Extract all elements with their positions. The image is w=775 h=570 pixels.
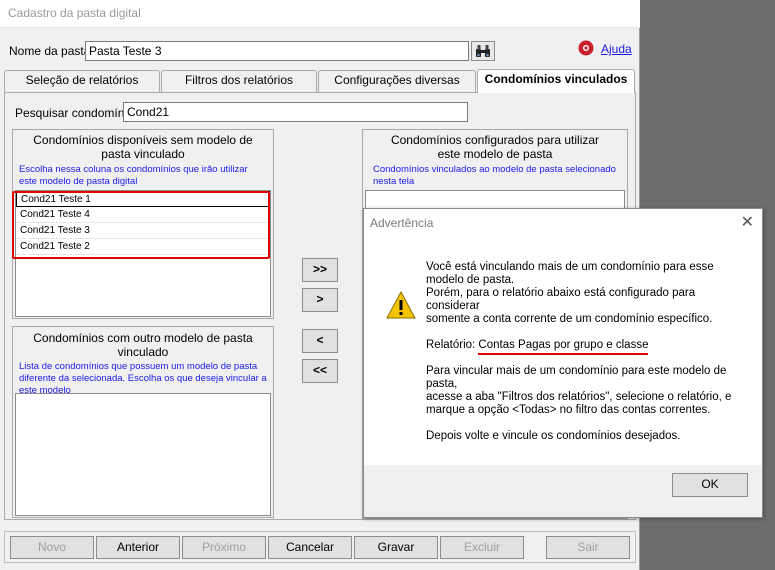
dialog-line: considerar bbox=[426, 300, 480, 312]
configured-condos-description: Condomínios vinculados ao modelo de past… bbox=[373, 164, 616, 187]
other-model-description: Lista de condomínios que possuem um mode… bbox=[19, 361, 267, 396]
search-input[interactable]: Cond21 bbox=[123, 102, 468, 122]
tab-report-filters[interactable]: Filtros dos relatórios bbox=[161, 70, 317, 92]
report-label: Relatório: bbox=[426, 339, 476, 351]
available-condos-description: Escolha nessa coluna os condomínios que … bbox=[19, 164, 248, 187]
new-button[interactable]: Novo bbox=[10, 536, 94, 559]
warning-dialog: Advertência ✕ Você está vinculando mais … bbox=[363, 208, 763, 518]
warning-icon bbox=[386, 290, 416, 319]
previous-button[interactable]: Anterior bbox=[96, 536, 180, 559]
delete-button[interactable]: Excluir bbox=[440, 536, 524, 559]
tab-misc-settings[interactable]: Configurações diversas bbox=[318, 70, 476, 92]
tab-linked-condos[interactable]: Condomínios vinculados bbox=[477, 69, 635, 93]
cancel-button[interactable]: Cancelar bbox=[268, 536, 352, 559]
other-model-title: Condomínios com outro modelo de pasta vi… bbox=[33, 331, 253, 359]
configured-condos-title: Condomínios configurados para utilizar e… bbox=[390, 133, 600, 161]
folder-name-label: Nome da pasta: bbox=[9, 44, 94, 58]
ok-button[interactable]: OK bbox=[672, 473, 748, 497]
list-item[interactable]: Cond21 Teste 4 bbox=[16, 207, 270, 223]
remove-all-button[interactable]: << bbox=[302, 359, 338, 383]
dialog-line: pasta, bbox=[426, 378, 458, 390]
close-icon[interactable]: ✕ bbox=[741, 215, 754, 231]
report-name: Contas Pagas por grupo e classe bbox=[478, 339, 649, 355]
remove-button[interactable]: < bbox=[302, 329, 338, 353]
report-line: Relatório: Contas Pagas por grupo e clas… bbox=[426, 339, 649, 355]
tab-report-selection[interactable]: Seleção de relatórios bbox=[4, 70, 160, 92]
save-button[interactable]: Gravar bbox=[354, 536, 438, 559]
exit-button[interactable]: Sair bbox=[546, 536, 630, 559]
dialog-body: Você está vinculando mais de um condomín… bbox=[364, 239, 762, 465]
dialog-line: Depois volte e vincule os condomínios de… bbox=[426, 430, 681, 442]
list-item[interactable]: Cond21 Teste 3 bbox=[16, 223, 270, 239]
help-icon[interactable] bbox=[578, 40, 594, 56]
dialog-line: Você está vinculando mais de um condomín… bbox=[426, 261, 714, 273]
title-bar: Cadastro da pasta digital bbox=[0, 0, 640, 28]
add-all-button[interactable]: >> bbox=[302, 258, 338, 282]
binoculars-icon[interactable] bbox=[471, 41, 495, 61]
available-condos-group: Condomínios disponíveis sem modelo de pa… bbox=[12, 129, 274, 319]
help-link[interactable]: Ajuda bbox=[601, 42, 632, 56]
list-item[interactable]: Cond21 Teste 2 bbox=[16, 239, 270, 255]
list-item[interactable]: Cond21 Teste 1 bbox=[16, 191, 270, 207]
window-title: Cadastro da pasta digital bbox=[8, 6, 141, 20]
dialog-line: modelo de pasta. bbox=[426, 274, 515, 286]
other-model-list[interactable] bbox=[15, 393, 271, 516]
dialog-line: Porém, para o relatório abaixo está conf… bbox=[426, 287, 696, 299]
other-model-group: Condomínios com outro modelo de pasta vi… bbox=[12, 326, 274, 518]
add-button[interactable]: > bbox=[302, 288, 338, 312]
footer-toolbar: Novo Anterior Próximo Cancelar Gravar Ex… bbox=[4, 531, 636, 563]
next-button[interactable]: Próximo bbox=[182, 536, 266, 559]
search-label: Pesquisar condomínio: bbox=[15, 106, 138, 120]
dialog-title: Advertência bbox=[370, 216, 434, 230]
dialog-title-bar: Advertência ✕ bbox=[364, 209, 762, 239]
dialog-line: Para vincular mais de um condomínio para… bbox=[426, 365, 727, 377]
dialog-line: marque a opção <Todas> no filtro das con… bbox=[426, 404, 711, 416]
available-condos-list[interactable]: Cond21 Teste 1 Cond21 Teste 4 Cond21 Tes… bbox=[15, 190, 271, 317]
dialog-line: acesse a aba "Filtros dos relatórios", s… bbox=[426, 391, 732, 403]
available-condos-title: Condomínios disponíveis sem modelo de pa… bbox=[33, 133, 253, 161]
folder-name-input[interactable]: Pasta Teste 3 bbox=[85, 41, 469, 61]
dialog-line: somente a conta corrente de um condomíni… bbox=[426, 313, 713, 325]
